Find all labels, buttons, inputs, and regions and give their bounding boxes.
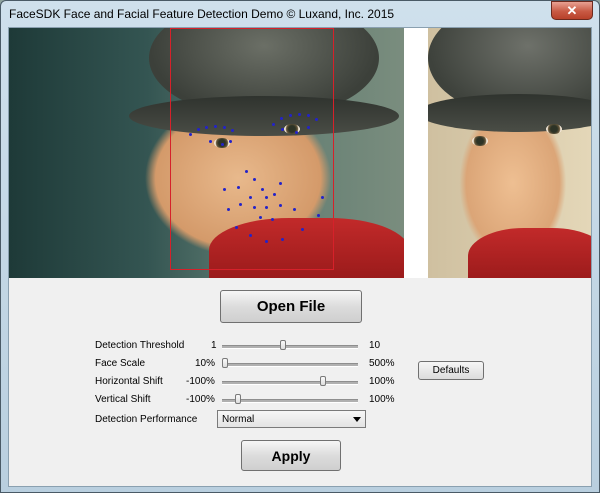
feature-point — [315, 118, 318, 121]
feature-point — [259, 216, 262, 219]
feature-point — [301, 228, 304, 231]
feature-point — [223, 126, 226, 129]
feature-point — [214, 125, 217, 128]
feature-point — [273, 193, 276, 196]
face-scale-max: 500% — [369, 358, 395, 369]
feature-point — [205, 126, 208, 129]
detection-threshold-thumb[interactable] — [279, 340, 286, 350]
feature-point — [271, 218, 274, 221]
feature-point — [280, 117, 283, 120]
feature-point — [265, 206, 268, 209]
detection-threshold-max: 10 — [369, 340, 381, 351]
feature-point — [227, 208, 230, 211]
detection-performance-value: Normal — [222, 414, 255, 425]
feature-point — [253, 206, 256, 209]
feature-point — [272, 123, 275, 126]
feature-point — [245, 170, 248, 173]
feature-point — [237, 186, 240, 189]
feature-point — [279, 204, 282, 207]
window-title: FaceSDK Face and Facial Feature Detectio… — [9, 7, 395, 21]
vertical-shift-slider[interactable] — [222, 399, 358, 403]
feature-point — [221, 143, 224, 146]
horizontal-shift-label: Horizontal Shift — [95, 376, 163, 387]
vertical-shift-thumb[interactable] — [235, 394, 241, 404]
vertical-shift-label: Vertical Shift — [95, 394, 151, 405]
feature-point — [229, 140, 232, 143]
feature-point — [231, 129, 234, 132]
client-area: Open File Detection Threshold 1 10 Face … — [8, 27, 592, 487]
detection-performance-select[interactable]: Normal — [217, 410, 366, 428]
face-scale-min: 10% — [195, 358, 216, 369]
close-button[interactable]: ✕ — [551, 1, 593, 20]
feature-point — [298, 113, 301, 116]
feature-point — [189, 133, 192, 136]
detection-threshold-slider[interactable] — [222, 345, 358, 349]
close-icon: ✕ — [566, 2, 578, 18]
feature-point — [321, 196, 324, 199]
detection-threshold-min: 1 — [211, 340, 217, 351]
face-scale-thumb[interactable] — [222, 358, 228, 368]
feature-point — [279, 182, 282, 185]
feature-point — [295, 131, 298, 134]
open-file-button[interactable]: Open File — [220, 290, 362, 323]
feature-point — [209, 140, 212, 143]
horizontal-shift-slider[interactable] — [222, 381, 358, 385]
defaults-button[interactable]: Defaults — [418, 361, 484, 380]
detection-threshold-label: Detection Threshold — [95, 340, 185, 351]
apply-button[interactable]: Apply — [241, 440, 341, 471]
original-face-photo — [428, 28, 591, 278]
horizontal-shift-thumb[interactable] — [319, 376, 326, 386]
image-preview-area — [9, 28, 591, 278]
feature-point — [281, 128, 284, 131]
horizontal-shift-max: 100% — [369, 376, 395, 387]
detected-photo — [9, 28, 404, 278]
feature-point — [265, 196, 268, 199]
feature-point — [223, 188, 226, 191]
face-scale-label: Face Scale — [95, 358, 146, 369]
feature-point — [317, 214, 320, 217]
horizontal-shift-min: -100% — [186, 376, 215, 387]
feature-point — [249, 196, 252, 199]
feature-point — [197, 128, 200, 131]
feature-point — [261, 188, 264, 191]
detection-performance-label: Detection Performance — [95, 414, 198, 425]
app-window: FaceSDK Face and Facial Feature Detectio… — [0, 0, 600, 493]
feature-point — [307, 114, 310, 117]
vertical-shift-min: -100% — [186, 394, 215, 405]
feature-point — [239, 203, 242, 206]
title-bar[interactable]: FaceSDK Face and Facial Feature Detectio… — [1, 1, 599, 27]
feature-point — [307, 126, 310, 129]
face-bounding-box — [170, 28, 334, 270]
feature-point — [265, 240, 268, 243]
chevron-down-icon — [353, 417, 361, 422]
feature-point — [293, 208, 296, 211]
face-scale-slider[interactable] — [222, 363, 358, 367]
feature-point — [249, 234, 252, 237]
vertical-shift-max: 100% — [369, 394, 395, 405]
feature-point — [253, 178, 256, 181]
feature-point — [289, 114, 292, 117]
feature-point — [235, 226, 238, 229]
feature-point — [281, 238, 284, 241]
